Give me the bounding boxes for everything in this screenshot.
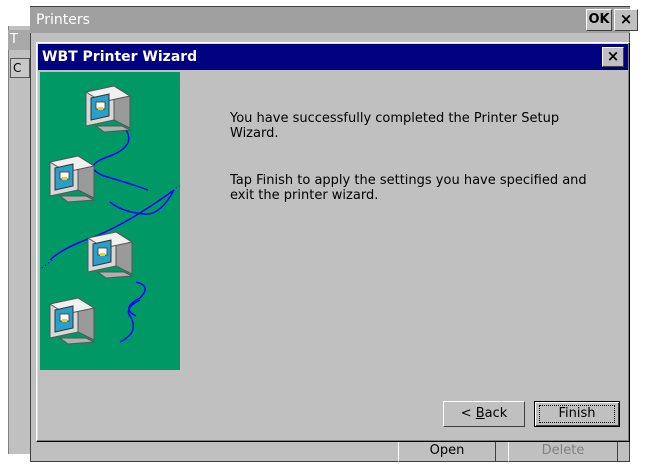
finish-button[interactable]: Finish	[534, 401, 620, 427]
back-button[interactable]: < Back	[443, 401, 525, 427]
background-window-tab[interactable]: C	[10, 58, 30, 78]
printer-network-illustration	[40, 72, 180, 370]
completion-message: You have successfully completed the Prin…	[230, 111, 560, 141]
open-button[interactable]: Open	[398, 440, 496, 462]
focus-ring	[539, 405, 615, 423]
printers-titlebar[interactable]	[30, 7, 630, 33]
background-window-title: T	[8, 30, 30, 50]
printers-ok-button[interactable]: OK	[586, 9, 612, 31]
wizard-close-button[interactable]: ×	[602, 47, 624, 67]
wizard-title: WBT Printer Wizard	[42, 49, 198, 65]
back-label-rest: ack	[484, 406, 508, 421]
back-label-accel: B	[475, 406, 485, 421]
printers-close-button[interactable]: ×	[614, 9, 638, 31]
printers-window-title: Printers	[36, 12, 90, 28]
back-label-prefix: <	[460, 406, 476, 421]
delete-button[interactable]: Delete	[508, 440, 618, 462]
finish-instructions: Tap Finish to apply the settings you hav…	[230, 173, 587, 203]
